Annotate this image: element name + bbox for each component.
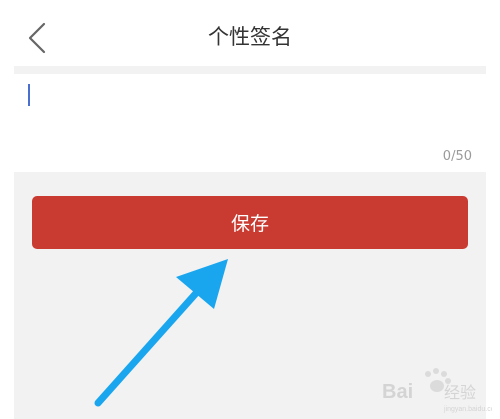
baidu-watermark: Bai 经验 jingyan.baidu.com xyxy=(382,368,492,413)
character-counter: 0/50 xyxy=(442,149,472,164)
header-bar: 个性签名 xyxy=(0,0,500,66)
signature-edit-area: 0/50 xyxy=(14,74,486,172)
svg-text:jingyan.baidu.com: jingyan.baidu.com xyxy=(443,406,492,413)
text-caret xyxy=(28,84,30,106)
signature-input[interactable] xyxy=(26,82,472,142)
svg-text:Bai: Bai xyxy=(382,381,413,403)
page-title: 个性签名 xyxy=(208,25,292,49)
arrow-up-right-icon xyxy=(94,259,228,407)
header-divider xyxy=(14,66,486,74)
save-button[interactable]: 保存 xyxy=(32,196,468,249)
svg-text:经验: 经验 xyxy=(444,383,476,402)
